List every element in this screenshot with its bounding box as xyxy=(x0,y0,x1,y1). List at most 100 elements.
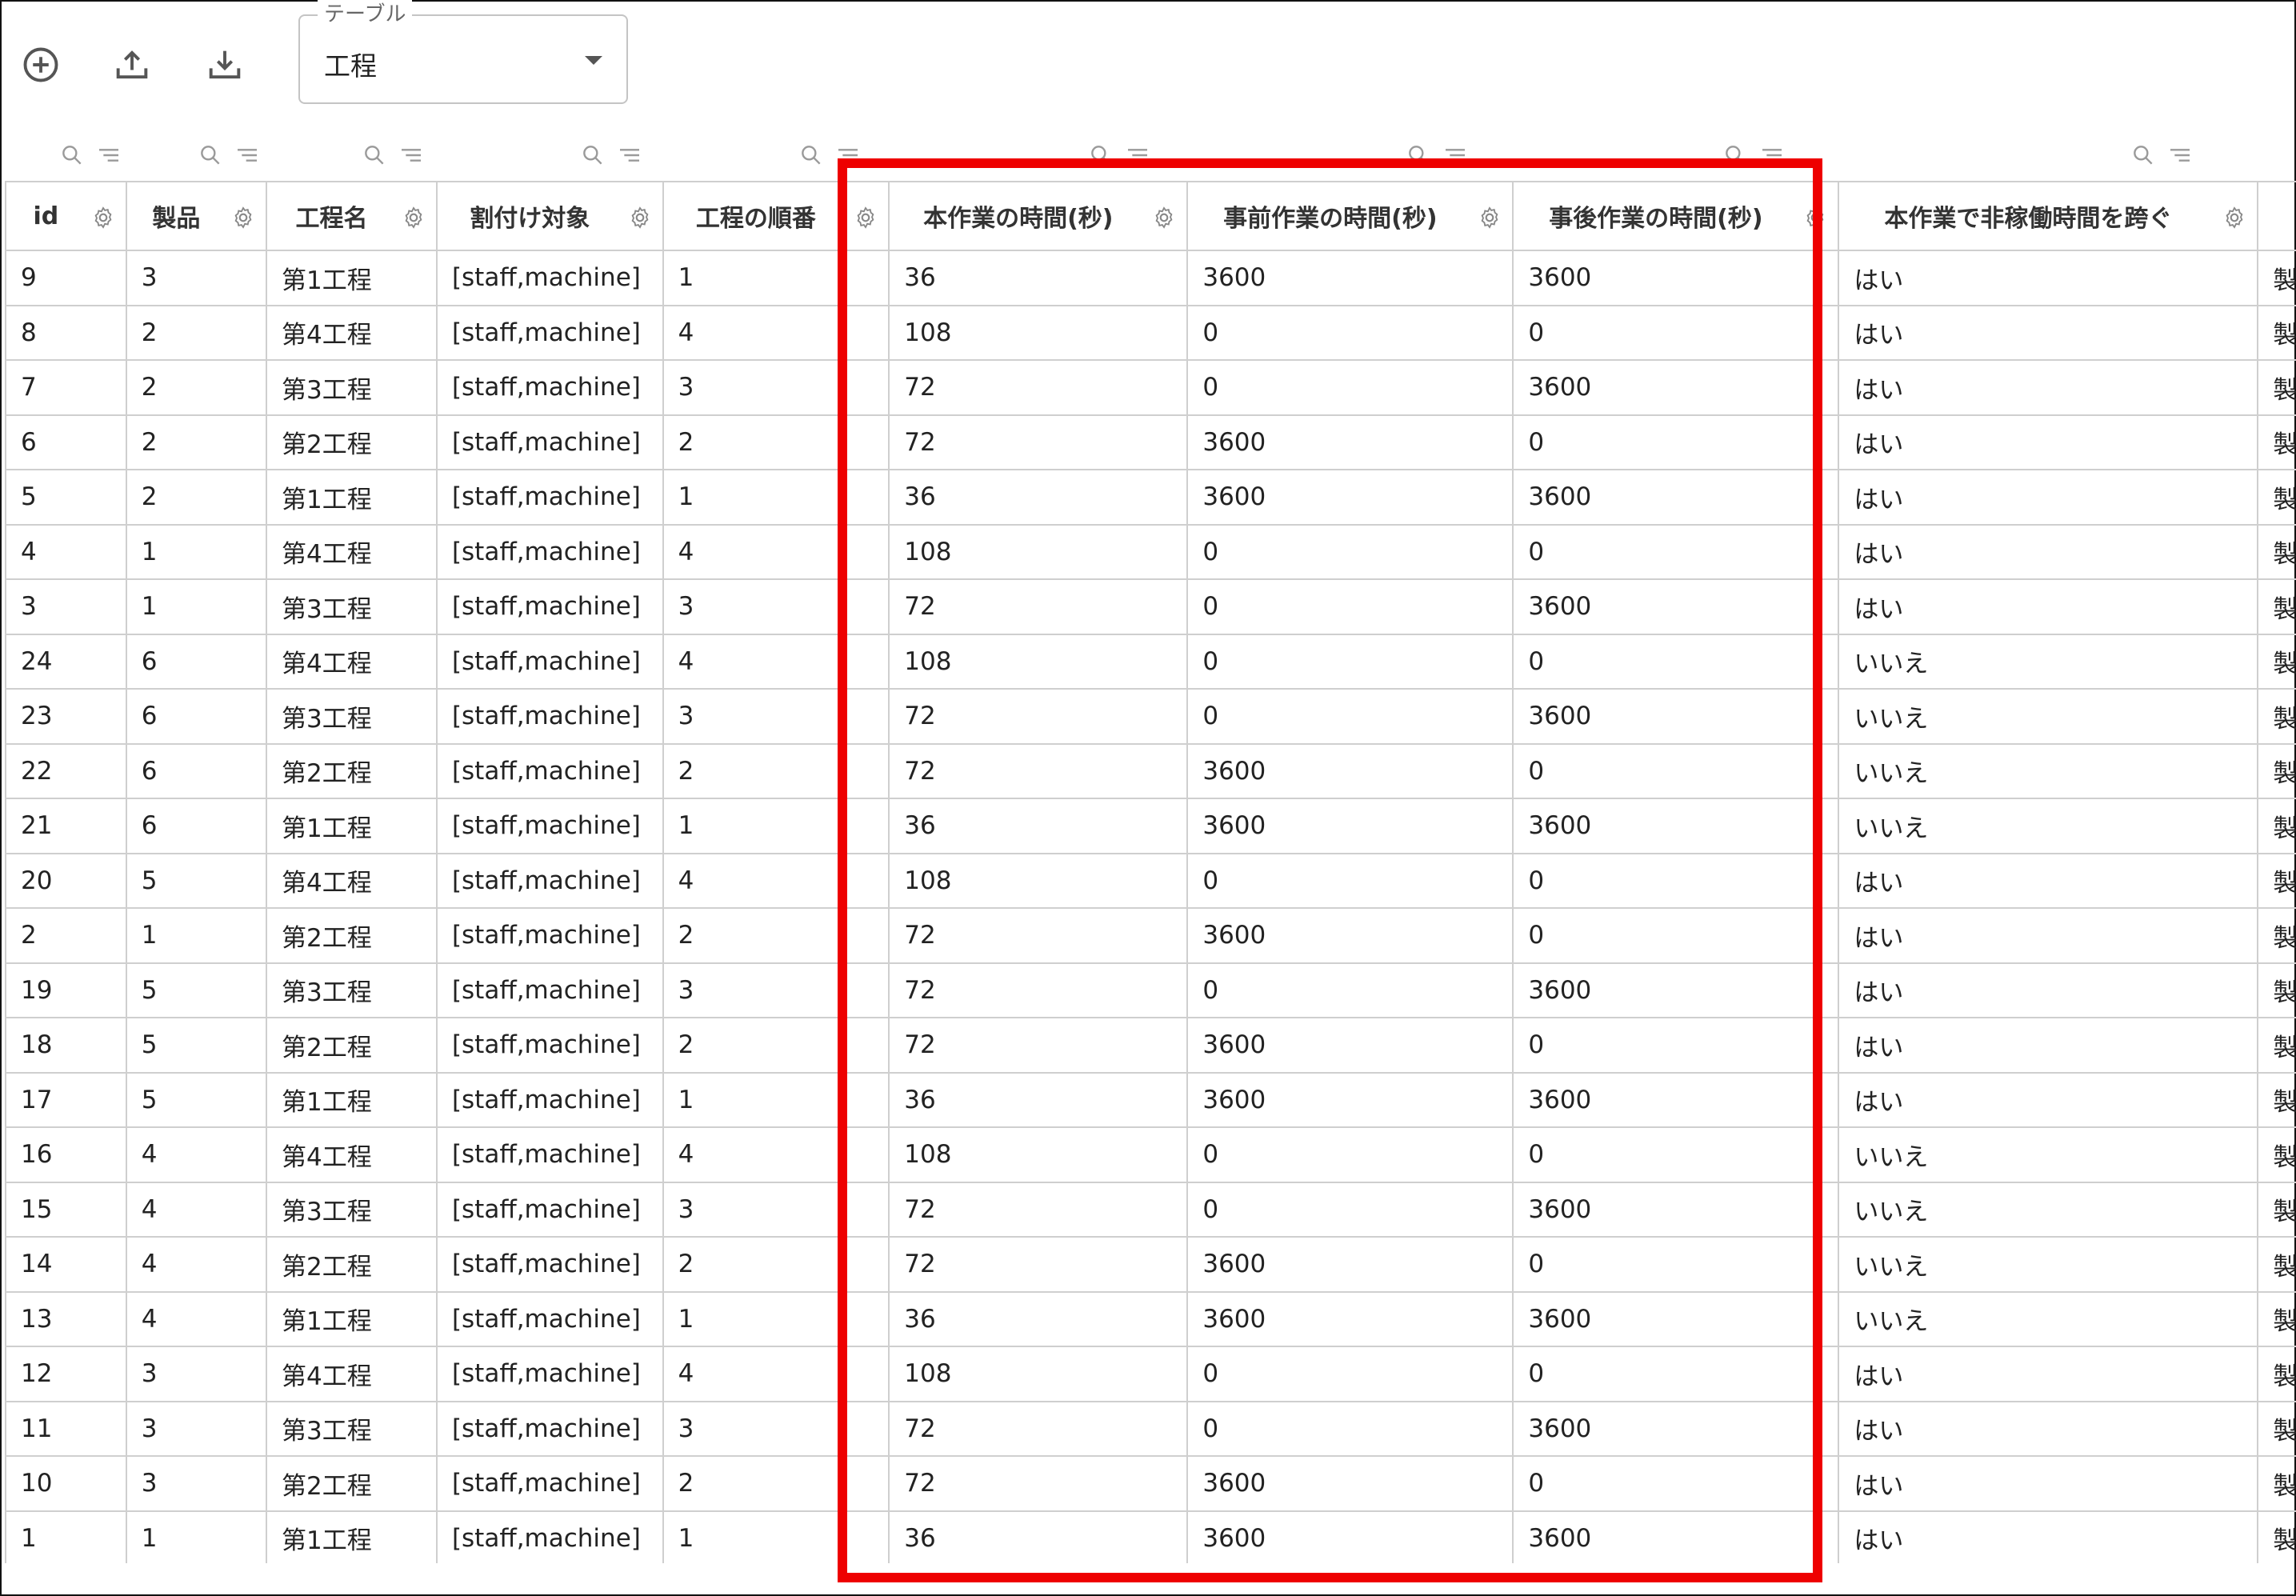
column-header[interactable]: id xyxy=(5,181,127,251)
table-cell[interactable]: 製品あ xyxy=(2257,1346,2296,1402)
table-cell[interactable]: いいえ xyxy=(1838,1236,2259,1293)
table-cell[interactable]: 3600 xyxy=(1512,578,1840,635)
table-cell[interactable]: 3 xyxy=(662,688,890,745)
table-cell[interactable]: 72 xyxy=(888,1181,1189,1238)
table-cell[interactable]: 72 xyxy=(888,1017,1189,1074)
table-row[interactable]: 175第1工程[staff,machine]13636003600はい製品あ xyxy=(5,1071,2296,1128)
table-cell[interactable]: 3 xyxy=(662,1400,890,1457)
table-cell[interactable]: 4 xyxy=(662,1126,890,1183)
table-cell[interactable]: [staff,machine] xyxy=(435,1510,664,1563)
table-cell[interactable]: はい xyxy=(1838,578,2259,635)
table-cell[interactable]: 製品あ xyxy=(2257,688,2296,745)
table-cell[interactable]: 5 xyxy=(125,1071,268,1128)
table-cell[interactable]: 24 xyxy=(5,633,127,690)
search-icon[interactable] xyxy=(1722,142,1748,171)
table-cell[interactable]: 3 xyxy=(125,1400,268,1457)
table-cell[interactable]: [staff,machine] xyxy=(435,1017,664,1074)
table-cell[interactable]: 108 xyxy=(888,633,1189,690)
table-cell[interactable]: 2 xyxy=(662,1455,890,1512)
table-row[interactable]: 195第3工程[staff,machine]37203600はい製品あ xyxy=(5,962,2296,1018)
table-cell[interactable]: 22 xyxy=(5,742,127,799)
table-cell[interactable]: 0 xyxy=(1512,742,1840,799)
table-cell[interactable]: 第1工程 xyxy=(266,1290,438,1347)
search-icon[interactable] xyxy=(798,142,824,171)
table-cell[interactable]: 0 xyxy=(1512,1236,1840,1293)
table-cell[interactable]: はい xyxy=(1838,1455,2259,1512)
table-cell[interactable]: 5 xyxy=(125,1017,268,1074)
table-cell[interactable]: 第4工程 xyxy=(266,304,438,361)
table-row[interactable]: 11第1工程[staff,machine]13636003600はい製品あ xyxy=(5,1510,2296,1563)
table-cell[interactable]: 3 xyxy=(125,1455,268,1512)
table-cell[interactable]: 製品あ xyxy=(2257,633,2296,690)
table-row[interactable]: 164第4工程[staff,machine]410800いいえ製品あ xyxy=(5,1126,2296,1183)
table-cell[interactable]: はい xyxy=(1838,962,2259,1018)
table-cell[interactable]: 23 xyxy=(5,688,127,745)
table-row[interactable]: 246第4工程[staff,machine]410800いいえ製品あ xyxy=(5,633,2296,690)
table-cell[interactable]: 2 xyxy=(662,414,890,470)
table-cell[interactable]: [staff,machine] xyxy=(435,1290,664,1347)
table-cell[interactable]: 6 xyxy=(125,633,268,690)
table-cell[interactable]: 1 xyxy=(662,798,890,854)
table-cell[interactable]: [staff,machine] xyxy=(435,1455,664,1512)
table-cell[interactable]: 製品あ xyxy=(2257,742,2296,799)
table-select[interactable]: テーブル 工程 xyxy=(298,0,628,104)
table-cell[interactable]: [staff,machine] xyxy=(435,688,664,745)
table-cell[interactable]: 36 xyxy=(888,1071,1189,1128)
table-cell[interactable]: 3600 xyxy=(1186,1236,1514,1293)
table-cell[interactable]: 72 xyxy=(888,962,1189,1018)
gear-icon[interactable] xyxy=(2222,205,2247,230)
table-cell[interactable]: 第2工程 xyxy=(266,1236,438,1293)
table-cell[interactable]: 0 xyxy=(1186,633,1514,690)
table-cell[interactable]: いいえ xyxy=(1838,1181,2259,1238)
table-cell[interactable]: 3600 xyxy=(1186,798,1514,854)
table-row[interactable]: 144第2工程[staff,machine]27236000いいえ製品あ xyxy=(5,1236,2296,1293)
table-cell[interactable]: はい xyxy=(1838,1071,2259,1128)
table-cell[interactable]: 3600 xyxy=(1186,1071,1514,1128)
table-cell[interactable]: 製品あ xyxy=(2257,1017,2296,1074)
table-cell[interactable]: 72 xyxy=(888,1236,1189,1293)
table-cell[interactable]: 18 xyxy=(5,1017,127,1074)
table-cell[interactable]: はい xyxy=(1838,469,2259,526)
table-cell[interactable]: 第3工程 xyxy=(266,1400,438,1457)
table-cell[interactable]: 3 xyxy=(662,962,890,1018)
filter-icon[interactable] xyxy=(1759,142,1785,171)
table-cell[interactable]: 3600 xyxy=(1512,1290,1840,1347)
table-cell[interactable]: 1 xyxy=(662,1290,890,1347)
gear-icon[interactable] xyxy=(1151,205,1177,230)
table-cell[interactable]: 2 xyxy=(662,1236,890,1293)
table-cell[interactable]: はい xyxy=(1838,1346,2259,1402)
table-cell[interactable]: 17 xyxy=(5,1071,127,1128)
table-row[interactable]: 41第4工程[staff,machine]410800はい製品あ xyxy=(5,523,2296,580)
filter-icon[interactable] xyxy=(398,142,424,171)
table-cell[interactable]: 0 xyxy=(1512,414,1840,470)
table-cell[interactable]: 第2工程 xyxy=(266,1017,438,1074)
table-cell[interactable]: 14 xyxy=(5,1236,127,1293)
table-cell[interactable]: 製品あ xyxy=(2257,962,2296,1018)
table-cell[interactable]: 2 xyxy=(662,742,890,799)
table-cell[interactable]: 0 xyxy=(1512,1455,1840,1512)
table-cell[interactable]: はい xyxy=(1838,359,2259,416)
table-cell[interactable]: 3600 xyxy=(1512,962,1840,1018)
table-cell[interactable]: 3 xyxy=(125,250,268,306)
table-cell[interactable]: 製品あ xyxy=(2257,1181,2296,1238)
table-cell[interactable]: はい xyxy=(1838,1400,2259,1457)
table-cell[interactable]: 0 xyxy=(1512,852,1840,909)
table-cell[interactable]: 36 xyxy=(888,469,1189,526)
table-cell[interactable]: 108 xyxy=(888,304,1189,361)
column-header[interactable]: 事後作業の時間(秒) xyxy=(1512,181,1840,251)
table-cell[interactable]: [staff,machine] xyxy=(435,359,664,416)
table-cell[interactable]: いいえ xyxy=(1838,798,2259,854)
table-row[interactable]: 134第1工程[staff,machine]13636003600いいえ製品あ xyxy=(5,1290,2296,1347)
table-cell[interactable]: 13 xyxy=(5,1290,127,1347)
table-cell[interactable]: 第3工程 xyxy=(266,688,438,745)
filter-icon[interactable] xyxy=(2167,142,2193,171)
table-cell[interactable]: 10 xyxy=(5,1455,127,1512)
filter-icon[interactable] xyxy=(234,142,260,171)
table-cell[interactable]: 3 xyxy=(5,578,127,635)
table-cell[interactable]: 3600 xyxy=(1512,359,1840,416)
table-cell[interactable]: 3600 xyxy=(1512,1510,1840,1563)
table-cell[interactable]: 第4工程 xyxy=(266,633,438,690)
table-cell[interactable]: 2 xyxy=(125,359,268,416)
table-row[interactable]: 82第4工程[staff,machine]410800はい製品あ xyxy=(5,304,2296,361)
table-row[interactable]: 226第2工程[staff,machine]27236000いいえ製品あ xyxy=(5,742,2296,799)
